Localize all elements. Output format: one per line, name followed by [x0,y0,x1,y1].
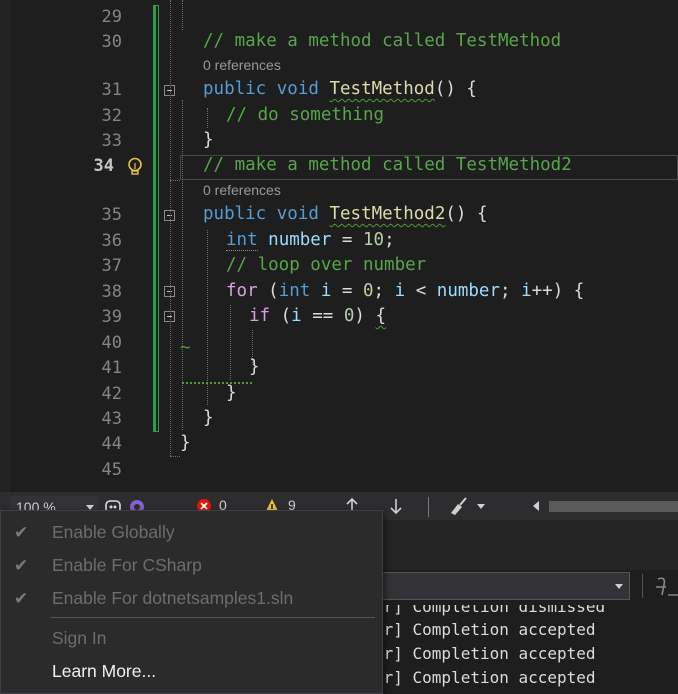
number-literal: 10 [362,230,385,250]
line-number: 35 [101,205,122,225]
code-line-34[interactable]: // make a method called TestMethod2 [203,155,572,175]
keyword: int [226,230,258,251]
code-text: () { [434,79,477,99]
menu-item-enable-for-solution[interactable]: Enable For dotnetsamples1.sln [52,588,293,609]
line-number: 29 [101,7,122,27]
keyword: int [278,281,311,301]
line-number: 30 [101,32,122,52]
menu-item-enable-for-csharp[interactable]: Enable For CSharp [52,555,202,576]
number-literal: 0 [343,306,355,326]
code-text: ++) { [531,281,585,301]
output-line: er] Completion accepted [374,644,596,663]
line-number: 37 [101,256,122,276]
menu-item-enable-globally[interactable]: Enable Globally [52,522,175,543]
code-cleanup-icon[interactable] [448,496,488,516]
code-text: ; [384,230,395,250]
method-name: TestMethod [329,79,435,99]
variable: i [521,281,532,301]
chevron-down-icon [615,584,623,589]
structure-guide [170,456,180,457]
variable: i [291,306,302,326]
number-literal: 0 [363,281,374,301]
scroll-left-icon[interactable] [530,500,542,512]
find-in-output-icon[interactable] [652,575,678,599]
structure-guide [230,305,231,380]
output-line: er] Completion accepted [374,620,596,639]
code-line-42[interactable]: } [226,383,237,403]
line-number: 42 [101,384,122,404]
warning-squiggle [182,376,252,384]
line-number: 31 [101,80,122,100]
toolbar-separator [642,574,643,598]
code-text: ; [500,281,522,301]
line-number: 33 [101,131,122,151]
keyword: if [249,306,271,326]
keyword: void [276,79,319,99]
keyword: public [203,79,267,99]
line-number: 45 [101,460,122,480]
checkmark-icon: ✔ [14,523,29,542]
code-text: () { [445,204,488,224]
codelens-references[interactable]: 0 references [203,57,281,73]
method-name: TestMethod2 [329,204,446,224]
structure-guide [182,0,183,30]
code-line-36[interactable]: int number = 10; [226,230,395,251]
keyword: public [203,204,267,224]
keyword: void [276,204,319,224]
code-text: < [405,281,437,301]
structure-guide [207,108,208,128]
code-line-38[interactable]: for (int i = 0; i < number; i++) { [226,281,584,301]
variable: number [268,230,332,250]
horizontal-scrollbar-thumb[interactable] [549,501,678,512]
codelens-references[interactable]: 0 references [203,182,281,198]
structure-guide [170,180,180,181]
code-line-33[interactable]: } [203,130,214,150]
code-line-32[interactable]: // do something [226,105,384,125]
line-number: 43 [101,409,122,429]
menu-item-sign-in[interactable]: Sign In [52,628,106,649]
line-number: 36 [101,231,122,251]
keyword: for [226,281,258,301]
code-text: = [331,230,363,250]
error-squiggle-marker: ~ [180,338,191,358]
variable: i [320,281,332,301]
checkmark-icon: ✔ [14,589,29,608]
code-text: ) [354,306,376,326]
code-text: ; [373,281,395,301]
code-line-37[interactable]: // loop over number [226,255,426,275]
output-source-dropdown[interactable] [370,572,630,600]
code-line-41[interactable]: } [249,357,260,377]
line-number: 38 [101,282,122,302]
editor-left-margin [0,0,10,492]
code-text: { [375,306,387,326]
code-text: == [301,306,344,326]
code-line-31[interactable]: public void TestMethod() { [203,79,477,99]
line-number: 32 [101,106,122,126]
change-tracking-bar [153,5,159,432]
menu-separator [50,617,375,618]
line-number: 40 [101,333,122,353]
arrow-down-icon[interactable] [388,497,404,515]
code-text: ( [270,306,292,326]
code-line-30[interactable]: // make a method called TestMethod [203,31,561,51]
line-number: 41 [101,358,122,378]
variable: i [394,281,406,301]
line-number-active: 34 [93,156,114,176]
line-number: 44 [101,434,122,454]
menu-item-learn-more[interactable]: Learn More... [52,661,156,682]
toolbar-separator [428,497,429,517]
checkmark-icon: ✔ [14,556,29,575]
variable: number [436,281,500,301]
code-text: = [331,281,363,301]
structure-guide [170,0,171,456]
code-line-39[interactable]: if (i == 0) { [249,306,386,326]
code-line-44[interactable]: } [180,433,191,453]
code-line-35[interactable]: public void TestMethod2() { [203,204,488,224]
code-text: ( [257,281,279,301]
output-line: er] Completion accepted [374,668,596,687]
code-line-43[interactable]: } [203,408,214,428]
line-number: 39 [101,307,122,327]
lightbulb-icon[interactable] [126,157,144,177]
